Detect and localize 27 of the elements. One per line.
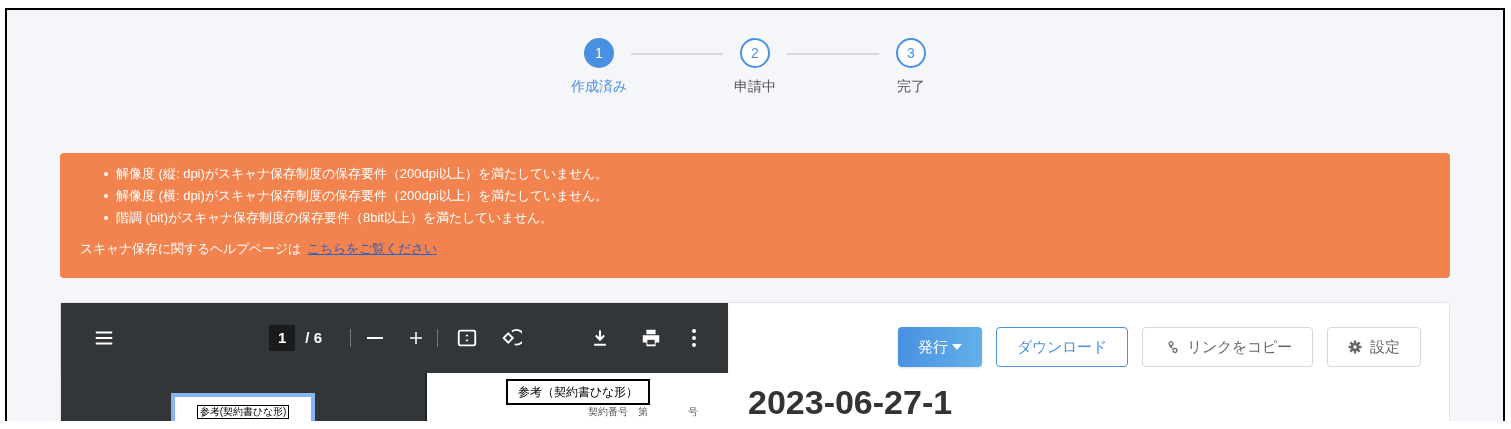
caret-icon: [952, 344, 962, 350]
page-total: / 6: [305, 327, 323, 348]
document-title: 2023-06-27-1: [748, 385, 954, 419]
warning-message: 階調 (bit)がスキャナ保存制度の保存要件（8bit以上）を満たしていません。: [116, 209, 553, 227]
thumbnail-heading: 参考(契約書ひな形): [196, 405, 290, 419]
settings-button[interactable]: 設定: [1327, 327, 1421, 367]
settings-icon: [1348, 340, 1362, 354]
bullet-icon: [104, 172, 108, 176]
page-number-field[interactable]: 1: [269, 324, 296, 352]
help-text: スキャナ保存に関するヘルプページは: [80, 240, 301, 258]
fit-page-icon: [456, 327, 479, 349]
download-button[interactable]: ダウンロード: [996, 327, 1128, 367]
print-icon: [640, 327, 662, 349]
warning-message: 解像度 (横: dpi)がスキャナ保存制度の保存要件（200dpi以上）を満たしていません。: [116, 187, 608, 205]
bullet-icon: [104, 194, 108, 198]
contract-number-line: 契約番号 第 号: [588, 406, 698, 417]
page-heading: 参考（契約書ひな形）: [505, 379, 650, 405]
warning-message: 解像度 (縦: dpi)がスキャナ保存制度の保存要件（200dpi以上）を満たしていません。: [116, 165, 608, 183]
step-label: 作成済み: [571, 77, 627, 96]
copy-link-button[interactable]: リンクをコピー: [1142, 327, 1313, 367]
step-label: 申請中: [734, 77, 776, 96]
minus-icon: [367, 337, 384, 339]
rotate-icon: [500, 327, 523, 349]
more-icon: [692, 329, 696, 347]
bullet-icon: [104, 216, 108, 220]
page-thumbnail[interactable]: 参考(契約書ひな形): [171, 393, 315, 421]
step-label: 完了: [897, 77, 925, 96]
